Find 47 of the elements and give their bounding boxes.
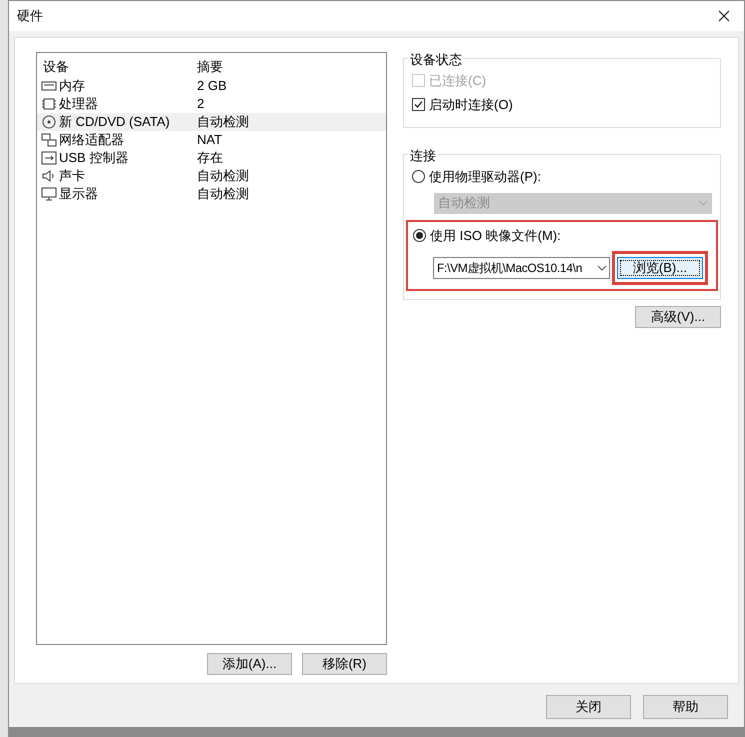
column-header: 摘要	[196, 58, 223, 76]
device-row[interactable]: 声卡 自动检测	[37, 167, 386, 185]
device-row[interactable]: 内存 2 GB	[37, 77, 386, 95]
device-summary: 存在	[196, 149, 223, 168]
add-button[interactable]: 添加(A)...	[207, 653, 292, 675]
device-summary: NAT	[196, 131, 222, 150]
device-row[interactable]: 显示器 自动检测	[37, 185, 386, 203]
device-name: 内存	[59, 77, 85, 96]
advanced-button[interactable]: 高级(V)...	[635, 306, 721, 328]
network-icon	[41, 133, 57, 147]
device-summary: 2	[196, 95, 204, 114]
disc-icon	[41, 115, 57, 129]
device-summary: 自动检测	[196, 113, 249, 132]
remove-button[interactable]: 移除(R)	[302, 653, 387, 675]
device-name: 声卡	[59, 167, 85, 186]
device-row[interactable]: USB 控制器 存在	[37, 149, 386, 167]
radio-label: 使用 ISO 映像文件(M):	[430, 226, 561, 245]
device-summary: 自动检测	[196, 167, 249, 186]
device-name: 处理器	[59, 95, 98, 114]
close-icon	[718, 10, 730, 22]
checkbox-label: 启动时连接(O)	[429, 96, 513, 114]
device-row[interactable]: 处理器 2	[37, 95, 386, 113]
device-row[interactable]: 网络适配器 NAT	[37, 131, 386, 149]
help-button[interactable]: 帮助	[643, 695, 728, 719]
device-summary: 2 GB	[196, 77, 227, 96]
browse-button[interactable]: 浏览(B)...	[617, 256, 703, 279]
radio-button[interactable]	[412, 170, 425, 184]
chevron-down-icon	[597, 265, 607, 271]
checkbox-label: 已连接(C)	[429, 72, 486, 90]
monitor-icon	[41, 187, 57, 201]
checkbox[interactable]	[412, 98, 425, 111]
window-title: 硬件	[17, 7, 43, 26]
usb-icon	[41, 151, 57, 165]
column-header: 设备	[42, 58, 70, 76]
device-row[interactable]: 新 CD/DVD (SATA) 自动检测	[37, 113, 386, 131]
device-name: 新 CD/DVD (SATA)	[59, 113, 170, 132]
device-name: USB 控制器	[59, 149, 128, 168]
memory-icon	[41, 79, 57, 93]
radio-label: 使用物理驱动器(P):	[429, 168, 541, 186]
chip-icon	[41, 97, 57, 111]
device-name: 显示器	[59, 185, 98, 204]
close-dialog-button[interactable]: 关闭	[546, 695, 631, 719]
device-name: 网络适配器	[59, 131, 124, 150]
chevron-down-icon	[698, 200, 708, 206]
radio-button[interactable]	[413, 228, 426, 242]
iso-path-field[interactable]: F:\VM虚拟机\MacOS10.14\n	[433, 257, 610, 279]
device-summary: 自动检测	[196, 185, 249, 204]
